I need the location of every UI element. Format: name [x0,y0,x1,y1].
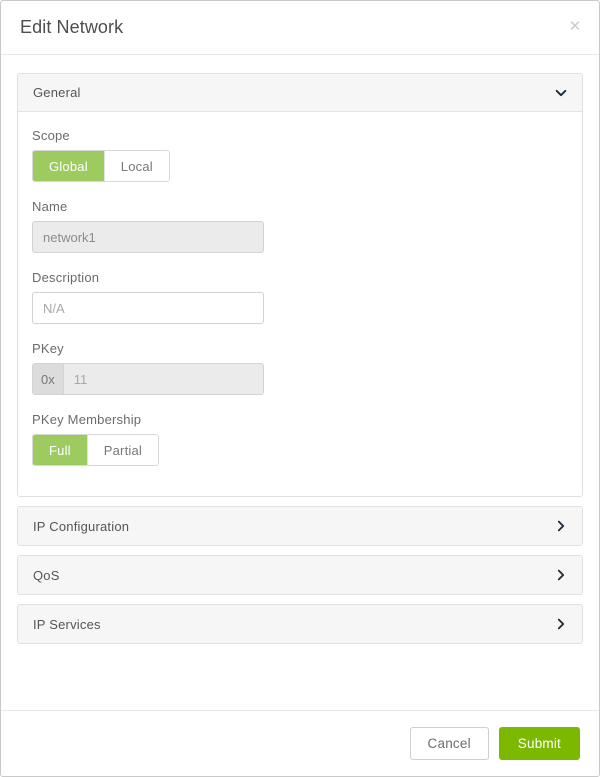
cancel-button[interactable]: Cancel [410,727,489,760]
pkey-label: PKey [32,341,582,356]
field-scope: Scope Global Local [32,128,582,182]
scope-option-global[interactable]: Global [33,151,104,181]
pkey-membership-option-full[interactable]: Full [33,435,87,465]
section-qos: QoS [17,555,583,595]
pkey-membership-option-partial[interactable]: Partial [87,435,158,465]
section-ip-services: IP Services [17,604,583,644]
pkey-input[interactable] [64,364,263,394]
field-pkey: PKey 0x [32,341,582,395]
pkey-prefix-addon: 0x [33,364,64,394]
section-qos-label: QoS [33,568,554,583]
edit-network-dialog: Edit Network ✕ General Scope Global [0,0,600,777]
field-name: Name [32,199,582,253]
name-input[interactable] [32,221,264,253]
section-ip-services-label: IP Services [33,617,554,632]
chevron-right-icon[interactable] [554,617,568,631]
description-label: Description [32,270,582,285]
pkey-input-group: 0x [32,363,264,395]
page-title: Edit Network [20,17,123,38]
submit-button[interactable]: Submit [499,727,580,760]
section-general-body: Scope Global Local Name Description [18,112,582,496]
dialog-body: General Scope Global Local [1,55,599,710]
pkey-membership-label: PKey Membership [32,412,582,427]
section-ip-configuration-header[interactable]: IP Configuration [18,507,582,545]
dialog-header: Edit Network ✕ [1,1,599,55]
scope-option-local[interactable]: Local [104,151,169,181]
chevron-down-icon[interactable] [554,86,568,100]
section-ip-configuration: IP Configuration [17,506,583,546]
section-general-header[interactable]: General [18,74,582,112]
name-label: Name [32,199,582,214]
close-icon[interactable]: ✕ [565,17,585,37]
pkey-membership-toggle-group: Full Partial [32,434,159,466]
section-general-label: General [33,85,554,100]
section-general: General Scope Global Local [17,73,583,497]
chevron-right-icon[interactable] [554,519,568,533]
chevron-right-icon[interactable] [554,568,568,582]
scope-label: Scope [32,128,582,143]
field-description: Description [32,270,582,324]
dialog-footer: Cancel Submit [1,710,599,776]
field-pkey-membership: PKey Membership Full Partial [32,412,582,466]
scope-toggle-group: Global Local [32,150,170,182]
description-input[interactable] [32,292,264,324]
section-ip-configuration-label: IP Configuration [33,519,554,534]
section-ip-services-header[interactable]: IP Services [18,605,582,643]
section-qos-header[interactable]: QoS [18,556,582,594]
